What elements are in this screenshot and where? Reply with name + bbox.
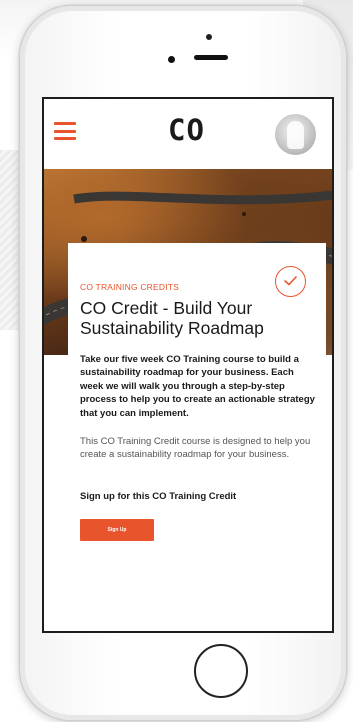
front-camera	[168, 56, 175, 63]
card-cta-text: Sign up for this CO Training Credit	[80, 491, 237, 502]
avatar-figure	[287, 121, 304, 149]
checkmark-circle-icon[interactable]	[275, 266, 306, 297]
course-card: CO TRAINING CREDITS CO Credit - Build Yo…	[68, 243, 326, 631]
card-eyebrow: CO TRAINING CREDITS	[80, 282, 180, 292]
phone-screen: CO CO TRAINING CREDITS CO Credit - Build…	[42, 97, 334, 633]
user-avatar[interactable]	[275, 114, 316, 155]
logo[interactable]: CO	[168, 113, 205, 147]
home-button[interactable]	[194, 644, 248, 698]
card-intro: Take our five week CO Training course to…	[80, 354, 315, 419]
phone-sensor	[206, 34, 212, 40]
card-description: This CO Training Credit course is design…	[80, 436, 311, 461]
card-title: CO Credit - Build Your Sustainability Ro…	[80, 298, 264, 338]
earpiece-speaker	[194, 55, 228, 60]
sign-up-button[interactable]: Sign Up	[80, 519, 154, 541]
hamburger-menu-icon[interactable]	[54, 122, 76, 140]
app-header: CO	[44, 99, 332, 169]
